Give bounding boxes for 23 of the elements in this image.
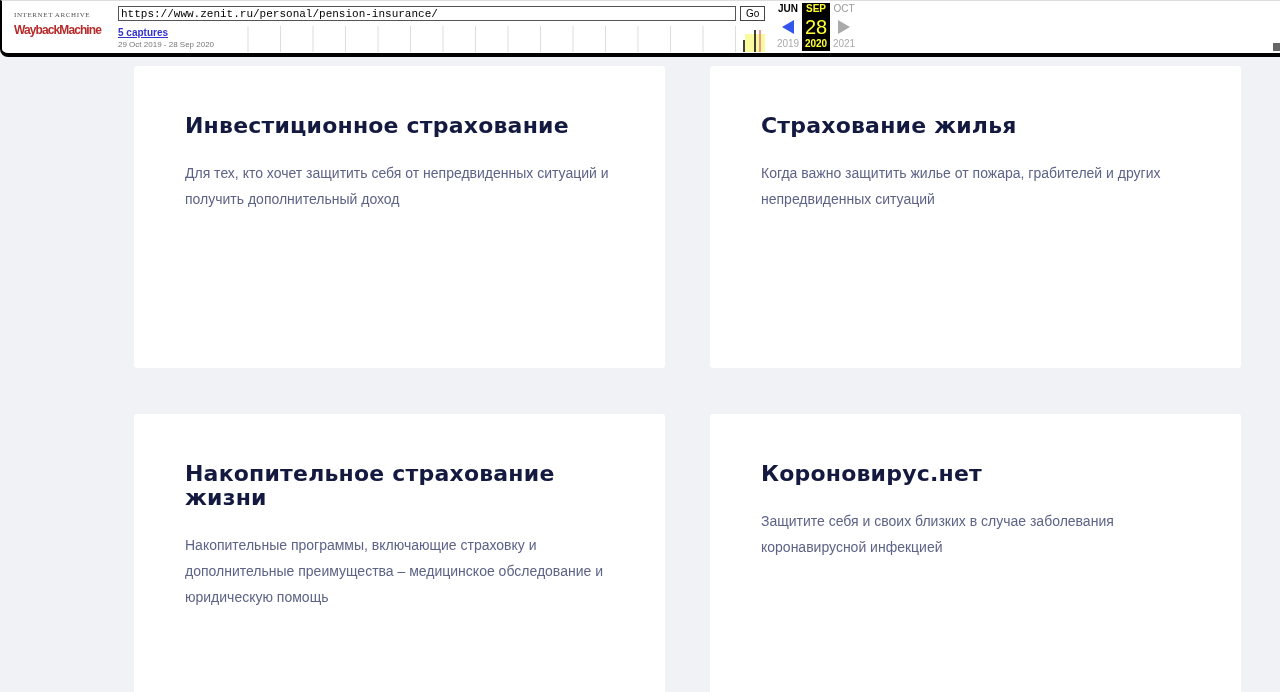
card-description: Защитите себя и своих близких в случае заболевания коронавирусной инфекцией	[761, 512, 1115, 557]
card-description: Накопительные программы, включающие страховку и дополнительные преимущества – медицинское обследование и юридическую помощь	[185, 536, 604, 607]
captures-link[interactable]: 5 captures	[118, 26, 169, 40]
card-background[interactable]: Страхование жилья Когда важно защитить жилье от пожара, грабителей и других непредвиденных ситуаций	[710, 66, 1241, 368]
toggle-icon[interactable]	[1273, 43, 1280, 51]
go-button[interactable]: Go	[740, 6, 766, 21]
year-label[interactable]: 2020	[802, 38, 830, 51]
card-title[interactable]: Страхование жилья	[761, 114, 1190, 138]
url-field[interactable]: https://www.zenit.ru/personal/pension-insurance/	[118, 6, 736, 21]
card-title[interactable]: Короновирус.нет	[761, 462, 1190, 486]
card-title[interactable]: Инвестиционное страхование	[185, 114, 614, 138]
card-background[interactable]: Короновирус.нет Защитите себя и своих близких в случае заболевания коронавирусной инфекцией	[710, 414, 1241, 692]
month-label[interactable]: SEP	[802, 3, 830, 16]
date-range: 29 Oct 2019 - 28 Sep 2020	[118, 40, 216, 49]
wayback-logo[interactable]: WaybackMachine	[14, 22, 101, 38]
day-number: 28	[802, 16, 830, 38]
previous-arrow-icon[interactable]	[782, 20, 794, 34]
card-background[interactable]: Накопительное страхование жизни Накопительные программы, включающие страховку и дополнительные преимущества – медицинское обследование и юридическую помощь	[134, 414, 665, 692]
month-label[interactable]: JUN	[774, 3, 802, 16]
card-description: Для тех, кто хочет защитить себя от непредвиденных ситуаций и получить дополнительный доход	[185, 164, 610, 209]
card-description: Когда важно защитить жилье от пожара, грабителей и других непредвиденных ситуаций	[761, 164, 1162, 209]
card-title[interactable]: Накопительное страхование жизни	[185, 462, 614, 510]
card-background[interactable]: Инвестиционное страхование Для тех, кто хочет защитить себя от непредвиденных ситуаций и получить дополнительный доход	[134, 66, 665, 368]
